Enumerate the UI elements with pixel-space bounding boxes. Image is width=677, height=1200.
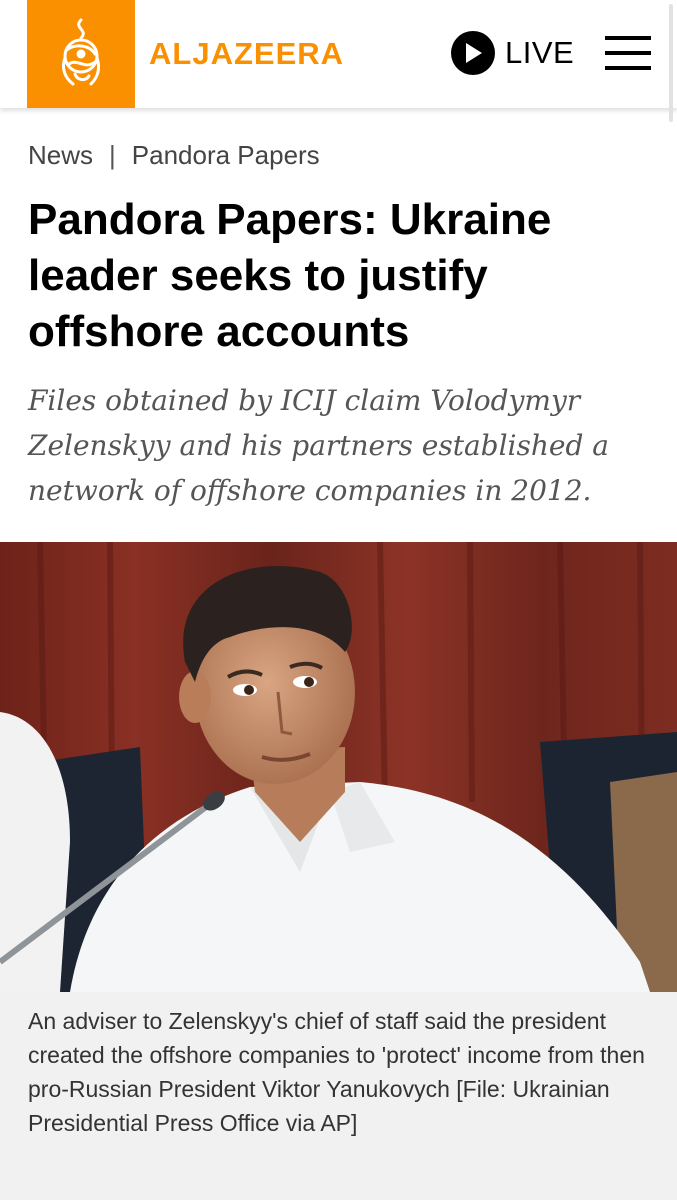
breadcrumb: News | Pandora Papers	[28, 140, 320, 171]
logo[interactable]	[27, 0, 135, 108]
breadcrumb-news[interactable]: News	[28, 140, 93, 171]
hamburger-menu-icon[interactable]	[605, 36, 651, 70]
caption-text: An adviser to Zelenskyy's chief of staff…	[28, 1008, 645, 1136]
scrollbar[interactable]	[669, 4, 673, 122]
article-photo	[0, 542, 677, 992]
brand-wordmark[interactable]: ALJAZEERA	[149, 36, 344, 72]
article-subtitle: Files obtained by ICIJ claim Volodymyr Z…	[28, 384, 609, 507]
breadcrumb-separator: |	[109, 140, 116, 170]
site-header: ALJAZEERA LIVE	[0, 0, 677, 108]
photo-caption: An adviser to Zelenskyy's chief of staff…	[0, 992, 677, 1200]
play-icon	[451, 31, 495, 75]
al-jazeera-calligraphy-logo-icon	[61, 18, 101, 86]
breadcrumb-pandora-papers[interactable]: Pandora Papers	[132, 140, 320, 171]
live-button[interactable]: LIVE	[451, 31, 574, 75]
photo-illustration	[0, 542, 677, 992]
article-title: Pandora Papers: Ukraine leader seeks to …	[28, 195, 552, 356]
live-label: LIVE	[505, 35, 575, 70]
